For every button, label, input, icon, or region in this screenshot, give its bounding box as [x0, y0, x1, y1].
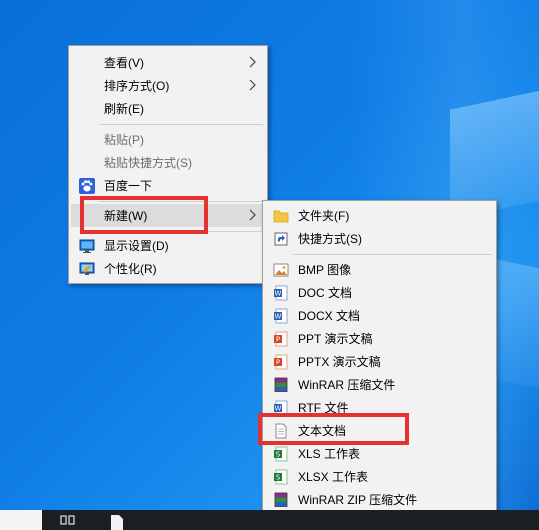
chevron-right-icon	[249, 209, 256, 221]
submenu-item-docx[interactable]: W DOCX 文档	[265, 304, 494, 327]
submenu-item-label: BMP 图像	[298, 263, 352, 277]
winrar-icon	[274, 377, 288, 392]
svg-text:W: W	[275, 405, 282, 413]
taskbar	[0, 510, 539, 530]
chevron-right-icon	[249, 56, 256, 68]
menu-separator	[99, 124, 263, 125]
word-docx-icon: W	[274, 308, 288, 324]
submenu-item-label: DOC 文档	[298, 286, 353, 300]
word-doc-icon: W	[274, 285, 288, 301]
submenu-item-label: PPTX 演示文稿	[298, 355, 381, 369]
menu-item-refresh[interactable]: 刷新(E)	[71, 97, 265, 120]
display-icon	[79, 239, 95, 253]
submenu-item-label: WinRAR 压缩文件	[298, 378, 396, 392]
menu-item-label: 粘贴快捷方式(S)	[104, 156, 192, 170]
svg-text:W: W	[275, 290, 282, 298]
folder-icon	[273, 210, 289, 223]
desktop[interactable]: 查看(V) 排序方式(O) 刷新(E) 粘贴(P) 粘贴快捷方式(S) 百度一下…	[0, 0, 539, 530]
submenu-item-shortcut[interactable]: 快捷方式(S)	[265, 227, 494, 250]
paw-icon	[79, 178, 95, 194]
svg-text:P: P	[276, 359, 280, 367]
taskbar-search-box[interactable]	[0, 510, 42, 530]
bmp-image-icon	[273, 263, 289, 277]
text-document-icon	[275, 423, 287, 439]
menu-item-label: 新建(W)	[104, 209, 148, 223]
submenu-item-doc[interactable]: W DOC 文档	[265, 281, 494, 304]
submenu-item-pptx[interactable]: P PPTX 演示文稿	[265, 350, 494, 373]
xlsx-icon: S	[274, 469, 288, 485]
menu-item-paste-shortcut[interactable]: 粘贴快捷方式(S)	[71, 151, 265, 174]
submenu-item-text-document[interactable]: 文本文档	[265, 419, 494, 442]
submenu-item-rtf[interactable]: W RTF 文件	[265, 396, 494, 419]
menu-item-baidu[interactable]: 百度一下	[71, 174, 265, 197]
menu-separator	[293, 254, 492, 255]
menu-item-new[interactable]: 新建(W)	[71, 204, 265, 227]
menu-separator	[99, 231, 263, 232]
submenu-item-label: 文件夹(F)	[298, 209, 350, 223]
svg-text:W: W	[275, 313, 282, 321]
rtf-icon: W	[274, 400, 288, 416]
submenu-item-label: XLS 工作表	[298, 447, 361, 461]
svg-text:S: S	[276, 474, 281, 482]
new-submenu: 文件夹(F) 快捷方式(S) BMP 图像 W DOC 文档 W DOCX 文档…	[262, 200, 497, 515]
submenu-item-winrar[interactable]: WinRAR 压缩文件	[265, 373, 494, 396]
svg-text:S: S	[276, 451, 281, 459]
menu-item-display-settings[interactable]: 显示设置(D)	[71, 234, 265, 257]
submenu-item-label: PPT 演示文稿	[298, 332, 373, 346]
submenu-item-folder[interactable]: 文件夹(F)	[265, 204, 494, 227]
menu-item-label: 个性化(R)	[104, 262, 157, 276]
svg-text:P: P	[276, 336, 280, 344]
menu-item-label: 粘贴(P)	[104, 133, 144, 147]
submenu-item-xlsx[interactable]: S XLSX 工作表	[265, 465, 494, 488]
submenu-item-label: 文本文档	[298, 424, 347, 438]
menu-item-label: 刷新(E)	[104, 102, 144, 116]
submenu-item-bmp[interactable]: BMP 图像	[265, 258, 494, 281]
submenu-item-label: RTF 文件	[298, 401, 349, 415]
file-icon[interactable]	[110, 514, 124, 530]
xls-icon: S	[274, 446, 288, 462]
task-view-icon[interactable]	[60, 514, 76, 528]
menu-item-label: 显示设置(D)	[104, 239, 169, 253]
submenu-item-winrar-zip[interactable]: WinRAR ZIP 压缩文件	[265, 488, 494, 511]
submenu-item-label: XLSX 工作表	[298, 470, 369, 484]
chevron-right-icon	[249, 79, 256, 91]
submenu-item-ppt[interactable]: P PPT 演示文稿	[265, 327, 494, 350]
desktop-context-menu: 查看(V) 排序方式(O) 刷新(E) 粘贴(P) 粘贴快捷方式(S) 百度一下…	[68, 45, 268, 284]
menu-item-personalize[interactable]: 个性化(R)	[71, 257, 265, 280]
winrar-zip-icon	[274, 492, 288, 507]
submenu-item-label: WinRAR ZIP 压缩文件	[298, 493, 418, 507]
pptx-icon: P	[274, 354, 288, 370]
submenu-item-xls[interactable]: S XLS 工作表	[265, 442, 494, 465]
menu-item-label: 排序方式(O)	[104, 79, 170, 93]
menu-item-label: 百度一下	[104, 179, 153, 193]
menu-item-view[interactable]: 查看(V)	[71, 51, 265, 74]
ppt-icon: P	[274, 331, 288, 347]
submenu-item-label: DOCX 文档	[298, 309, 361, 323]
menu-separator	[99, 201, 263, 202]
submenu-item-label: 快捷方式(S)	[298, 232, 362, 246]
menu-item-label: 查看(V)	[104, 56, 144, 70]
personalize-icon	[79, 262, 95, 275]
shortcut-icon	[274, 232, 288, 246]
menu-item-paste[interactable]: 粘贴(P)	[71, 128, 265, 151]
menu-item-sort-by[interactable]: 排序方式(O)	[71, 74, 265, 97]
